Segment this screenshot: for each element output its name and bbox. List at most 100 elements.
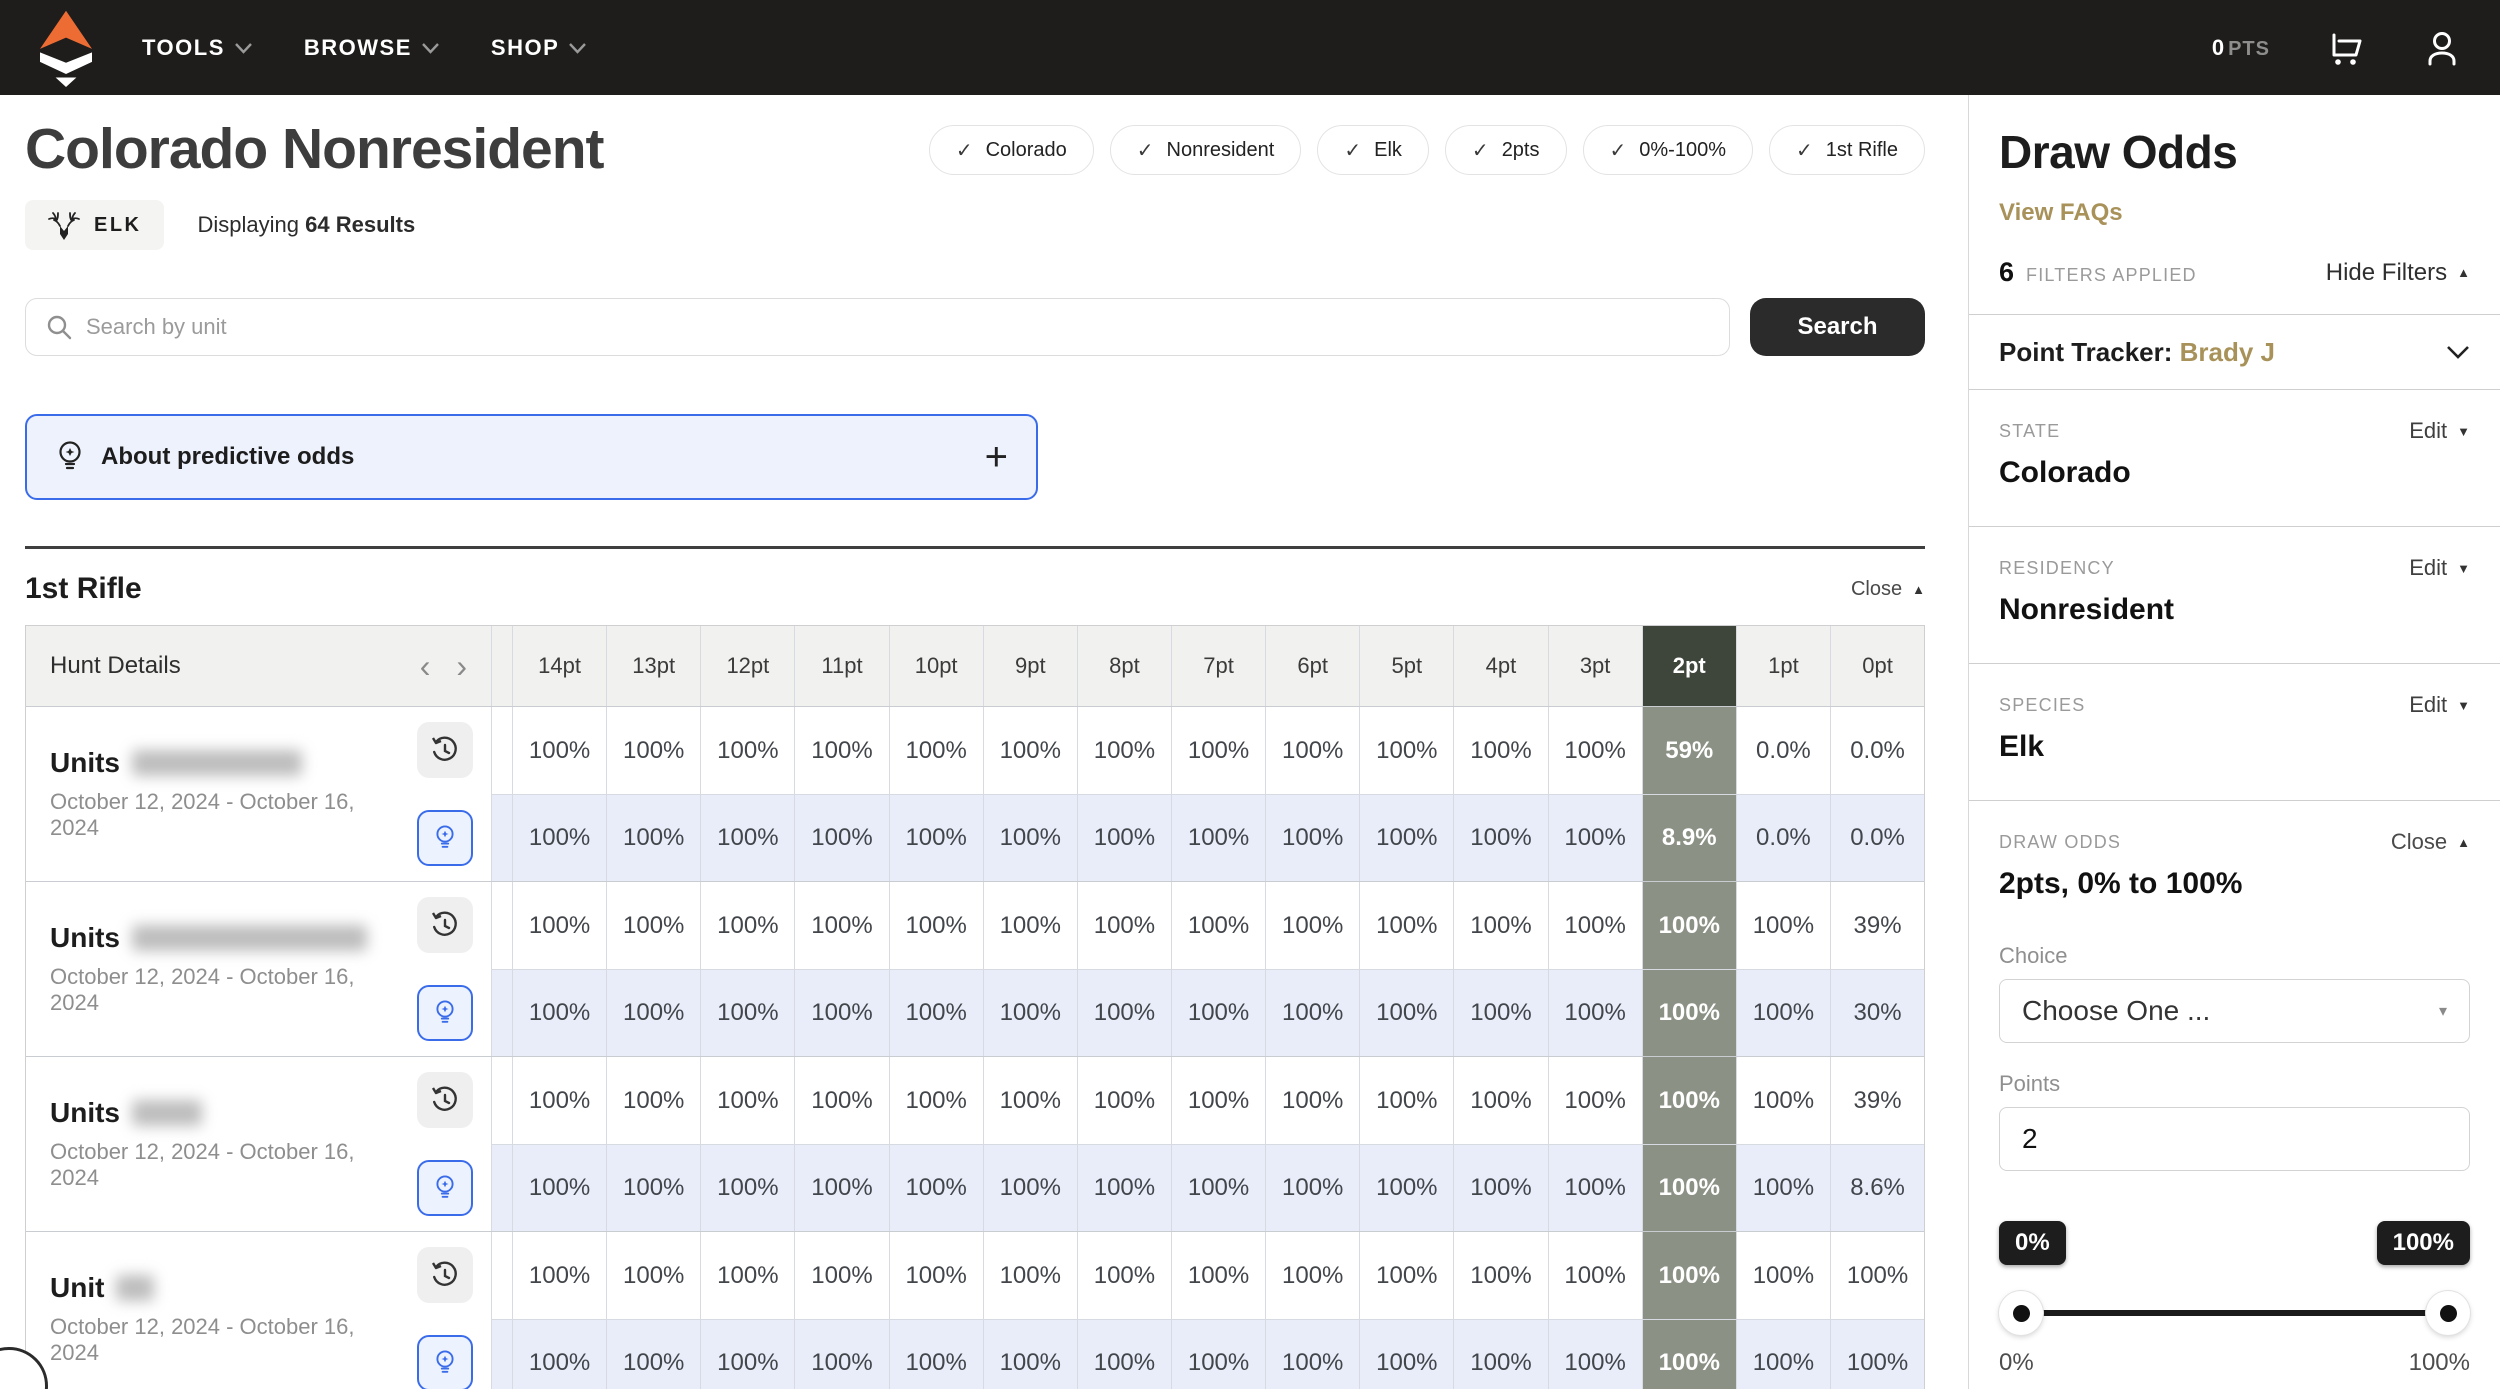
section-divider — [25, 546, 1925, 549]
column-header-0pt[interactable]: 0pt — [1831, 626, 1924, 706]
unit-title: Unit — [50, 1272, 395, 1304]
history-icon — [431, 1261, 459, 1289]
check-icon: ✓ — [1796, 138, 1813, 163]
season-close-button[interactable]: Close▲ — [1851, 578, 1925, 601]
predictive-odds-button[interactable] — [417, 1335, 473, 1389]
slider-handle-min[interactable] — [1999, 1291, 2043, 1335]
points-input[interactable] — [2022, 1123, 2447, 1155]
odds-cell-1pt: 100% — [1737, 1057, 1831, 1144]
odds-cell-0pt: 39% — [1831, 1057, 1924, 1144]
filter-chip-nonresident[interactable]: ✓Nonresident — [1110, 125, 1302, 175]
odds-cell-13pt: 100% — [607, 882, 701, 969]
slider-handle-max[interactable] — [2426, 1291, 2470, 1335]
filter-chip-1st-rifle[interactable]: ✓1st Rifle — [1769, 125, 1925, 175]
column-header-3pt[interactable]: 3pt — [1549, 626, 1643, 706]
predictive-odds-banner[interactable]: About predictive odds + — [25, 414, 1038, 500]
odds-cell-7pt: 100% — [1172, 1057, 1266, 1144]
column-header-14pt[interactable]: 14pt — [513, 626, 607, 706]
nav-item-shop[interactable]: SHOP — [491, 35, 586, 61]
predictive-odds-button[interactable] — [417, 810, 473, 866]
hunt-details-cell[interactable]: UnitsOctober 12, 2024 - October 16, 2024 — [26, 707, 491, 881]
cart-icon[interactable] — [2326, 28, 2366, 68]
search-input[interactable] — [86, 314, 1709, 340]
column-header-6pt[interactable]: 6pt — [1266, 626, 1360, 706]
odds-cell-10pt: 100% — [890, 1057, 984, 1144]
column-header-13pt[interactable]: 13pt — [607, 626, 701, 706]
hunt-details-cell[interactable]: UnitsOctober 12, 2024 - October 16, 2024 — [26, 1057, 491, 1231]
choice-select[interactable]: Choose One ... ▾ — [1999, 979, 2470, 1043]
edit-button[interactable]: Edit▼ — [2409, 555, 2470, 581]
filter-chip-colorado[interactable]: ✓Colorado — [929, 125, 1094, 175]
odds-cell-3pt: 100% — [1549, 1145, 1643, 1231]
expand-plus-icon[interactable]: + — [985, 437, 1008, 477]
filter-chips: ✓Colorado ✓Nonresident ✓Elk ✓2pts ✓0%-100% ✓1… — [929, 125, 1925, 175]
hide-filters-button[interactable]: Hide Filters▲ — [2326, 259, 2470, 287]
search-row: Search — [25, 298, 1925, 356]
odds-cell-2pt: 8.9% — [1643, 795, 1737, 881]
species-badge-label: ELK — [94, 214, 142, 237]
history-button[interactable] — [417, 1247, 473, 1303]
spacer-column — [491, 1145, 513, 1231]
history-button[interactable] — [417, 722, 473, 778]
search-button[interactable]: Search — [1750, 298, 1925, 356]
odds-cell-6pt: 100% — [1266, 1145, 1360, 1231]
filter-chip-elk[interactable]: ✓Elk — [1317, 125, 1429, 175]
column-header-7pt[interactable]: 7pt — [1172, 626, 1266, 706]
column-header-10pt[interactable]: 10pt — [890, 626, 984, 706]
hunt-details-cell[interactable]: UnitsOctober 12, 2024 - October 16, 2024 — [26, 882, 491, 1056]
odds-cell-14pt: 100% — [513, 1057, 607, 1144]
odds-cell-3pt: 100% — [1549, 970, 1643, 1056]
history-button[interactable] — [417, 1072, 473, 1128]
filter-section-residency: RESIDENCYEdit▼Nonresident — [1999, 527, 2470, 663]
filter-section-value: Elk — [1999, 730, 2470, 764]
draw-odds-close-button[interactable]: Close▲ — [2391, 829, 2470, 855]
view-faqs-link[interactable]: View FAQs — [1999, 199, 2123, 227]
odds-cell-4pt: 100% — [1454, 1057, 1548, 1144]
odds-cell-6pt: 100% — [1266, 795, 1360, 881]
season-title: 1st Rifle — [25, 572, 142, 606]
user-icon[interactable] — [2422, 28, 2462, 68]
column-header-4pt[interactable]: 4pt — [1454, 626, 1548, 706]
predictive-odds-button[interactable] — [417, 985, 473, 1041]
column-header-9pt[interactable]: 9pt — [984, 626, 1078, 706]
brand-logo[interactable] — [38, 9, 94, 87]
column-header-12pt[interactable]: 12pt — [701, 626, 795, 706]
filter-chip-0-100-[interactable]: ✓0%-100% — [1583, 125, 1753, 175]
column-header-8pt[interactable]: 8pt — [1078, 626, 1172, 706]
odds-values: 100%100%100%100%100%100%100%100%100%100%… — [491, 707, 1924, 881]
odds-header-cols: 14pt13pt12pt11pt10pt9pt8pt7pt6pt5pt4pt3p… — [513, 626, 1924, 706]
page-right-arrow[interactable]: › — [456, 650, 467, 682]
column-header-11pt[interactable]: 11pt — [795, 626, 889, 706]
select-caret-icon: ▾ — [2439, 1001, 2447, 1021]
page-left-arrow[interactable]: ‹ — [420, 650, 431, 682]
column-header-5pt[interactable]: 5pt — [1360, 626, 1454, 706]
filter-chip-2pts[interactable]: ✓2pts — [1445, 125, 1567, 175]
odds-values: 100%100%100%100%100%100%100%100%100%100%… — [491, 882, 1924, 1056]
elk-icon — [47, 208, 81, 242]
odds-cell-14pt: 100% — [513, 707, 607, 794]
caret-down-icon: ▼ — [2457, 424, 2470, 439]
species-badge[interactable]: ELK — [25, 200, 164, 250]
column-header-2pt[interactable]: 2pt — [1643, 626, 1737, 706]
nav-menu: TOOLS BROWSE SHOP — [142, 35, 586, 61]
edit-button[interactable]: Edit▼ — [2409, 692, 2470, 718]
caret-down-icon: ▼ — [2457, 561, 2470, 576]
nav-item-browse[interactable]: BROWSE — [304, 35, 439, 61]
banner-label: About predictive odds — [101, 443, 354, 471]
edit-button[interactable]: Edit▼ — [2409, 418, 2470, 444]
check-icon: ✓ — [956, 138, 973, 163]
predictive-odds-button[interactable] — [417, 1160, 473, 1216]
nav-item-tools[interactable]: TOOLS — [142, 35, 252, 61]
odds-cell-13pt: 100% — [607, 970, 701, 1056]
points-counter[interactable]: 0 PTS — [2212, 35, 2270, 61]
predictive-odds-row: 100%100%100%100%100%100%100%100%100%100%… — [491, 794, 1924, 881]
odds-table-body: UnitsOctober 12, 2024 - October 16, 2024… — [26, 706, 1924, 1389]
column-header-1pt[interactable]: 1pt — [1737, 626, 1831, 706]
odds-cell-9pt: 100% — [984, 882, 1078, 969]
check-icon: ✓ — [1472, 138, 1489, 163]
point-tracker-row[interactable]: Point Tracker: Brady J — [1999, 315, 2470, 389]
unit-label: Units — [50, 1097, 120, 1129]
history-button[interactable] — [417, 897, 473, 953]
hunt-details-cell[interactable]: UnitOctober 12, 2024 - October 16, 2024 — [26, 1232, 491, 1389]
odds-cell-2pt: 100% — [1643, 1320, 1737, 1389]
